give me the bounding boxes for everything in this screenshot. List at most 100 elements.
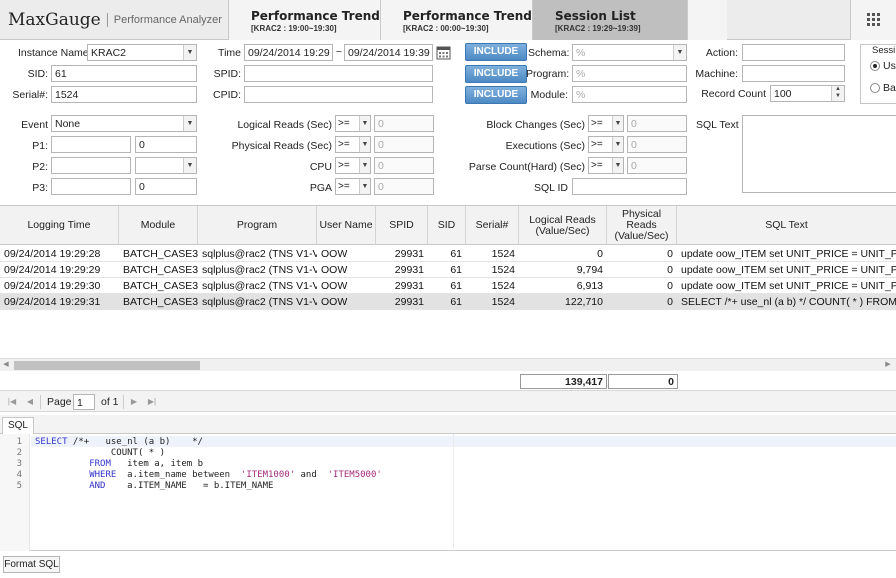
col-spid[interactable]: SPID	[376, 206, 428, 245]
cpu-input[interactable]: 0	[374, 157, 434, 174]
machine-input[interactable]	[742, 65, 845, 82]
physical-reads-input[interactable]: 0	[374, 136, 434, 153]
event-label: Event	[21, 119, 48, 131]
p3-value-input[interactable]: 0	[135, 178, 197, 195]
serial-input[interactable]: 1524	[51, 86, 197, 103]
tab-sql[interactable]: SQL	[2, 417, 34, 434]
schema-select[interactable]: % ▼	[572, 44, 687, 61]
cell-program: sqlplus@rac2 (TNS V1-V...	[202, 248, 317, 260]
table-row[interactable]: 09/24/2014 19:29:31 BATCH_CASE3 sqlplus@ra…	[0, 294, 896, 310]
scroll-left-icon[interactable]: ◀	[0, 359, 12, 371]
time-to-input[interactable]: 09/24/2014 19:39	[344, 44, 433, 61]
block-changes-input[interactable]: 0	[627, 115, 687, 132]
operator-value: >=	[338, 139, 350, 150]
page-input[interactable]: 1	[73, 394, 95, 410]
tab-empty[interactable]	[687, 0, 727, 40]
cell-module: BATCH_CASE3	[123, 248, 198, 260]
next-page-icon[interactable]: ▶	[128, 396, 140, 408]
sql-text-input[interactable]	[742, 115, 896, 193]
grid-menu-button[interactable]	[850, 0, 896, 40]
cpid-input[interactable]	[244, 86, 433, 103]
table-row[interactable]: 09/24/2014 19:29:30 BATCH_CASE3 sqlplus@ra…	[0, 278, 896, 294]
col-physical-reads[interactable]: Physical Reads (Value/Sec)	[607, 206, 677, 245]
col-serial[interactable]: Serial#	[466, 206, 519, 245]
parse-count-operator[interactable]: >= ▼	[588, 157, 624, 174]
col-sql-text[interactable]: SQL Text	[677, 206, 896, 245]
cell-sql: update oow_ITEM set UNIT_PRICE = UNIT_PR…	[681, 248, 896, 260]
format-sql-button[interactable]: Format SQL	[3, 556, 60, 573]
executions-operator[interactable]: >= ▼	[588, 136, 624, 153]
chevron-down-icon: ▼	[612, 116, 623, 131]
prev-page-icon[interactable]: ◀	[24, 396, 36, 408]
program-input[interactable]: %	[572, 65, 687, 82]
schema-include-button[interactable]: INCLUDE	[465, 43, 527, 61]
program-include-button[interactable]: INCLUDE	[465, 65, 527, 83]
spinner-arrows-icon[interactable]: ▲ ▼	[831, 86, 844, 101]
p2-select[interactable]: ▼	[135, 157, 197, 174]
code-line-1: SELECT /*+ use_nl (a b) */	[35, 437, 203, 447]
logical-reads-input[interactable]: 0	[374, 115, 434, 132]
p2-input[interactable]	[51, 157, 131, 174]
sid-input[interactable]: 61	[51, 65, 197, 82]
tab-performance-trend-1[interactable]: Performance Trend [KRAC2 : 19:00~19:30]	[228, 0, 380, 40]
tab-session-list[interactable]: Session List [KRAC2 : 19:29~19:39]	[532, 0, 687, 40]
table-row[interactable]: 09/24/2014 19:29:28 BATCH_CASE3 sqlplus@ra…	[0, 246, 896, 262]
col-user-name[interactable]: User Name	[317, 206, 376, 245]
action-input[interactable]	[742, 44, 845, 61]
radio-user-session[interactable]	[870, 61, 880, 71]
instance-name-select[interactable]: KRAC2 ▼	[87, 44, 197, 61]
sql-id-label: SQL ID	[533, 182, 568, 194]
scrollbar-thumb[interactable]	[14, 361, 200, 370]
sql-id-input[interactable]	[572, 178, 687, 195]
event-select[interactable]: None ▼	[51, 115, 197, 132]
cell-serial: 1524	[491, 280, 515, 292]
pga-input[interactable]: 0	[374, 178, 434, 195]
pager-divider	[123, 395, 124, 409]
grid-header: Logging Time Module Program User Name SP…	[0, 205, 896, 245]
spid-input[interactable]	[244, 65, 433, 82]
pga-operator[interactable]: >= ▼	[335, 178, 371, 195]
last-page-icon[interactable]: ▶|	[146, 396, 158, 408]
cell-user: OOW	[321, 280, 348, 292]
cell-serial: 1524	[491, 264, 515, 276]
pga-label: PGA	[309, 182, 332, 194]
sql-editor[interactable]: 1 2 3 4 5 SELECT /*+ use_nl (a b) */ COU…	[0, 434, 896, 551]
p3-input[interactable]	[51, 178, 131, 195]
executions-input[interactable]: 0	[627, 136, 687, 153]
module-include-button[interactable]: INCLUDE	[465, 86, 527, 104]
physical-reads-operator[interactable]: >= ▼	[335, 136, 371, 153]
table-row[interactable]: 09/24/2014 19:29:29 BATCH_CASE3 sqlplus@ra…	[0, 262, 896, 278]
p1-input[interactable]	[51, 136, 131, 153]
parse-count-label: Parse Count(Hard) (Sec)	[468, 161, 585, 173]
calendar-icon[interactable]	[436, 45, 451, 60]
cell-spid: 29931	[394, 264, 424, 276]
record-count-spinner[interactable]: 100 ▲ ▼	[770, 85, 845, 102]
machine-label: Machine:	[695, 68, 738, 80]
p3-label: P3:	[32, 182, 48, 194]
radio-background-session[interactable]	[870, 83, 880, 93]
line-number: 5	[16, 481, 22, 491]
logo-divider	[106, 13, 108, 27]
horizontal-scrollbar[interactable]: ◀ ▶	[0, 358, 896, 371]
block-changes-operator[interactable]: >= ▼	[588, 115, 624, 132]
pager: |◀ ◀ Page 1 of 1 ▶ ▶|	[0, 390, 896, 412]
instance-name-label: Instance Name	[18, 47, 89, 59]
tab-performance-trend-2[interactable]: Performance Trend [KRAC2 : 00:00~19:30]	[380, 0, 532, 40]
cell-spid: 29931	[394, 280, 424, 292]
module-input[interactable]: %	[572, 86, 687, 103]
cpu-operator[interactable]: >= ▼	[335, 157, 371, 174]
chevron-down-icon: ▼	[183, 158, 196, 173]
time-from-input[interactable]: 09/24/2014 19:29	[244, 44, 333, 61]
col-logging-time[interactable]: Logging Time	[0, 206, 119, 245]
col-program[interactable]: Program	[198, 206, 317, 245]
parse-count-input[interactable]: 0	[627, 157, 687, 174]
program-label: Program:	[526, 68, 570, 80]
first-page-icon[interactable]: |◀	[6, 396, 18, 408]
scroll-right-icon[interactable]: ▶	[882, 359, 894, 371]
p1-value-input[interactable]: 0	[135, 136, 197, 153]
col-logical-reads[interactable]: Logical Reads (Value/Sec)	[519, 206, 607, 245]
cell-preads: 0	[667, 248, 673, 260]
logical-reads-operator[interactable]: >= ▼	[335, 115, 371, 132]
col-module[interactable]: Module	[119, 206, 198, 245]
col-sid[interactable]: SID	[428, 206, 466, 245]
